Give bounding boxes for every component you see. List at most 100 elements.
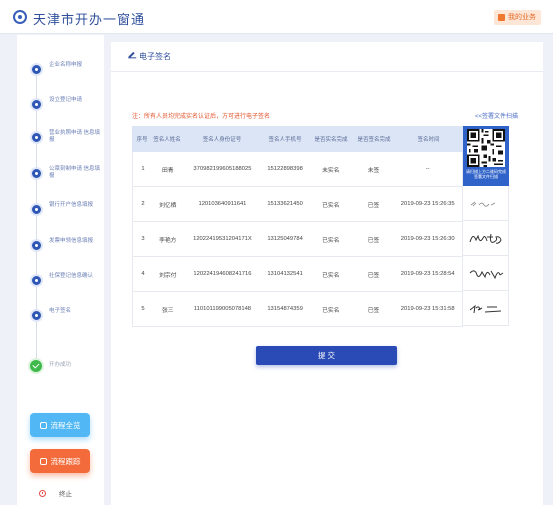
- cell-id: 120103640911641: [198, 201, 247, 207]
- sidebar-step-e-signature[interactable]: 电子签名: [17, 307, 104, 327]
- col-header-no: 序号: [136, 137, 148, 143]
- process-overview-button[interactable]: 流程全览: [30, 413, 90, 437]
- cell-phone: 13125049784: [267, 236, 303, 242]
- cell-name: 李艳方: [159, 237, 177, 244]
- step-label: 银行开户信息填报: [49, 202, 94, 208]
- sidebar-step-seal[interactable]: 公章刻制申请 信息填报: [17, 165, 104, 185]
- col-header-signed: 是否签名完成: [357, 137, 391, 143]
- table-row: 1 田青 370982199605188025 15122898398 未实名 …: [132, 152, 463, 187]
- check-icon: [28, 358, 44, 374]
- signature-image-row-3: [463, 221, 509, 256]
- step-label: 社保登记信息确认: [49, 273, 94, 279]
- cell-id: 110101199005078148: [193, 306, 252, 312]
- step-label: 开办成功: [49, 362, 72, 368]
- cell-signed: 已签: [367, 202, 380, 209]
- qr-code-caption: 请扫描上方二维码完成签署文件扫描: [466, 169, 506, 179]
- col-header-realname: 是否实名完成: [314, 137, 348, 143]
- signature-column: 请扫描上方二维码完成签署文件扫描: [463, 126, 509, 328]
- sidebar-step-business-license[interactable]: 营业执照申请 信息填报: [17, 129, 104, 149]
- cell-no: 4: [141, 271, 145, 277]
- table-row: 3 李艳方 12022419531204171X 13125049784 已实名…: [132, 222, 463, 257]
- cell-no: 3: [141, 236, 145, 242]
- cell-no: 1: [141, 166, 145, 172]
- cell-name: 田青: [161, 167, 174, 174]
- tracking-icon: [39, 457, 47, 465]
- cell-time: --: [425, 166, 430, 172]
- signature-image-row-5: [463, 291, 509, 326]
- step-label: 电子签名: [49, 308, 72, 314]
- step-icon: [30, 239, 43, 252]
- sidebar-step-invoice[interactable]: 发票申领信息填报: [17, 237, 104, 257]
- signature-image-row-2: [463, 186, 509, 221]
- my-business-label: 我的业务: [508, 14, 536, 21]
- qr-code-icon: [467, 129, 505, 167]
- step-icon: [30, 203, 43, 216]
- table-row: 5 张三 110101199005078148 13154874359 已实名 …: [132, 292, 463, 327]
- cell-no: 5: [141, 306, 145, 312]
- scan-documents-link[interactable]: <<签署文件扫描: [475, 111, 518, 120]
- cell-time: 2019-09-23 15:28:54: [400, 271, 455, 277]
- step-icon: [30, 274, 43, 287]
- sidebar-step-completed[interactable]: 开办成功: [17, 358, 104, 378]
- my-business-button[interactable]: 我的业务: [494, 10, 541, 25]
- col-header-name: 签名人姓名: [153, 137, 181, 143]
- step-icon: [30, 131, 43, 144]
- cell-signed: 已签: [367, 237, 380, 244]
- submit-button[interactable]: 提 交: [256, 346, 397, 365]
- cell-id: 370982199605188025: [193, 166, 252, 172]
- sidebar-step-registration[interactable]: 设立登记申请: [17, 96, 104, 116]
- sidebar-step-name-declaration[interactable]: 企业名称申报: [17, 61, 104, 81]
- cell-signed: 已签: [367, 307, 380, 314]
- step-label: 设立登记申请: [49, 97, 83, 103]
- cell-phone: 15122898398: [267, 166, 303, 172]
- signature-image-row-4: [463, 256, 509, 291]
- table-row: 2 刘亿栖 120103640911641 15133621450 已实名 已签…: [132, 187, 463, 222]
- col-header-time: 签名时间: [417, 137, 440, 143]
- step-label: 营业执照申请 信息填报: [49, 130, 101, 143]
- step-icon: [30, 98, 43, 111]
- main-panel: 电子签名 注：所有人员均完成实名认证后，方可进行电子签名 <<签署文件扫描 序号…: [111, 42, 543, 505]
- step-label: 发票申领信息填报: [49, 238, 94, 244]
- cell-time: 2019-09-23 15:26:35: [400, 201, 455, 207]
- col-header-phone: 签名人手机号: [268, 137, 302, 143]
- stop-icon: [39, 489, 46, 497]
- step-label: 企业名称申报: [49, 62, 83, 68]
- cell-time: 2019-09-23 15:31:58: [400, 306, 455, 312]
- step-label: 公章刻制申请 信息填报: [49, 166, 101, 179]
- cell-realname: 已实名: [322, 202, 340, 209]
- cell-phone: 13154874359: [267, 306, 303, 312]
- cell-signed: 已签: [367, 272, 380, 279]
- cell-name: 刘亿栖: [159, 202, 177, 209]
- home-icon: [39, 421, 47, 429]
- col-header-id: 签名人身份证号: [202, 137, 242, 143]
- notice-text: 注：所有人员均完成实名认证后，方可进行电子签名: [132, 114, 271, 120]
- step-icon: [30, 167, 43, 180]
- step-icon: [30, 63, 43, 76]
- cell-realname: 已实名: [322, 307, 340, 314]
- process-tracking-label: 流程跟踪: [50, 456, 81, 466]
- page-title: 电子签名: [139, 52, 171, 61]
- briefcase-icon: [498, 14, 505, 21]
- sidebar-step-bank-account[interactable]: 银行开户信息填报: [17, 201, 104, 221]
- site-title: 天津市开办一窗通: [33, 12, 146, 27]
- process-tracking-button[interactable]: 流程跟踪: [30, 449, 90, 473]
- cell-realname: 未实名: [322, 167, 340, 174]
- cell-name: 张三: [161, 307, 174, 314]
- cell-phone: 15133621450: [267, 201, 303, 207]
- cell-no: 2: [141, 201, 145, 207]
- logo-icon: [13, 10, 27, 24]
- table-row: 4 刘宗付 120224194608241716 13104132541 已实名…: [132, 257, 463, 292]
- cell-id: 120224194608241716: [193, 271, 252, 277]
- top-bar: 天津市开办一窗通 我的业务: [0, 0, 553, 34]
- pen-icon: [128, 51, 135, 59]
- sidebar: 企业名称申报 设立登记申请 营业执照申请 信息填报 公章刻制申请 信息填报 银行…: [17, 35, 104, 505]
- cell-time: 2019-09-23 15:26:30: [400, 236, 455, 242]
- step-icon: [30, 309, 43, 322]
- cell-phone: 13104132541: [267, 271, 303, 277]
- cell-realname: 已实名: [322, 272, 340, 279]
- signature-table: 序号 签名人姓名 签名人身份证号 签名人手机号 是否实名完成 是否签名完成 签名…: [132, 126, 463, 327]
- stop-button[interactable]: 终止: [39, 488, 72, 498]
- sidebar-step-social-security[interactable]: 社保登记信息确认: [17, 272, 104, 292]
- qr-code-panel[interactable]: 请扫描上方二维码完成签署文件扫描: [463, 126, 509, 186]
- table-header: 序号 签名人姓名 签名人身份证号 签名人手机号 是否实名完成 是否签名完成 签名…: [132, 126, 463, 152]
